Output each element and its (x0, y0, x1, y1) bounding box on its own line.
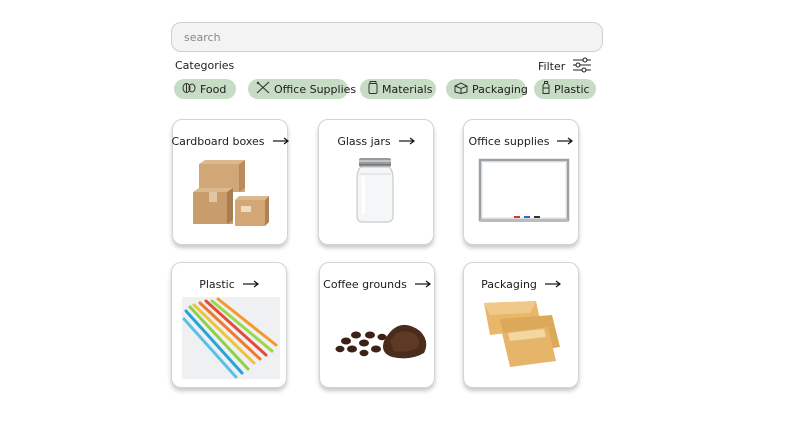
coffee-grounds-image (335, 324, 427, 359)
chip-packaging[interactable]: Packaging (446, 79, 528, 99)
sliders-icon (573, 57, 592, 76)
card-packaging[interactable]: Packaging (463, 262, 579, 388)
card-header: Cardboard boxes (171, 135, 289, 148)
arrow-right-icon (398, 135, 415, 148)
food-icon (182, 82, 196, 97)
card-office-supplies[interactable]: Office supplies (463, 119, 579, 245)
office-supplies-icon (256, 81, 270, 97)
card-title: Packaging (481, 278, 537, 291)
chip-label: Packaging (472, 82, 528, 96)
card-title: Plastic (199, 278, 235, 291)
categories-heading: Categories (175, 59, 235, 72)
search-input[interactable] (171, 22, 603, 52)
arrow-right-icon (272, 135, 289, 148)
filter-button[interactable]: Filter (538, 57, 592, 76)
chip-label: Materials (382, 82, 433, 96)
card-header: Plastic (172, 278, 286, 291)
card-header: Office supplies (464, 135, 578, 148)
plastic-straws-image (182, 297, 280, 379)
chip-food[interactable]: Food (174, 79, 236, 99)
chip-label: Plastic (554, 82, 590, 96)
card-header: Packaging (464, 278, 578, 291)
filter-label: Filter (538, 60, 566, 73)
glass-jar-image (356, 158, 394, 223)
chip-materials[interactable]: Materials (360, 79, 436, 99)
card-header: Glass jars (319, 135, 433, 148)
packaging-icon (454, 81, 468, 97)
arrow-right-icon (544, 278, 561, 291)
padded-envelopes-image (484, 301, 560, 367)
arrow-right-icon (414, 278, 431, 291)
chip-label: Office Supplies (274, 82, 357, 96)
arrow-right-icon (242, 278, 259, 291)
chip-label: Food (200, 82, 227, 96)
card-glass-jars[interactable]: Glass jars (318, 119, 434, 245)
card-plastic[interactable]: Plastic (171, 262, 287, 388)
card-title: Office supplies (468, 135, 550, 148)
plastic-icon (542, 81, 550, 97)
materials-icon (368, 81, 378, 97)
whiteboard-image (478, 158, 570, 222)
card-coffee-grounds[interactable]: Coffee grounds (319, 262, 435, 388)
cardboard-boxes-image (193, 160, 269, 226)
arrow-right-icon (557, 135, 574, 148)
card-cardboard-boxes[interactable]: Cardboard boxes (171, 119, 289, 245)
chip-plastic[interactable]: Plastic (534, 79, 596, 99)
card-title: Glass jars (337, 135, 391, 148)
card-title: Coffee grounds (323, 278, 407, 291)
card-header: Coffee grounds (320, 278, 434, 291)
chip-office-supplies[interactable]: Office Supplies (248, 79, 356, 99)
card-title: Cardboard boxes (171, 135, 265, 148)
